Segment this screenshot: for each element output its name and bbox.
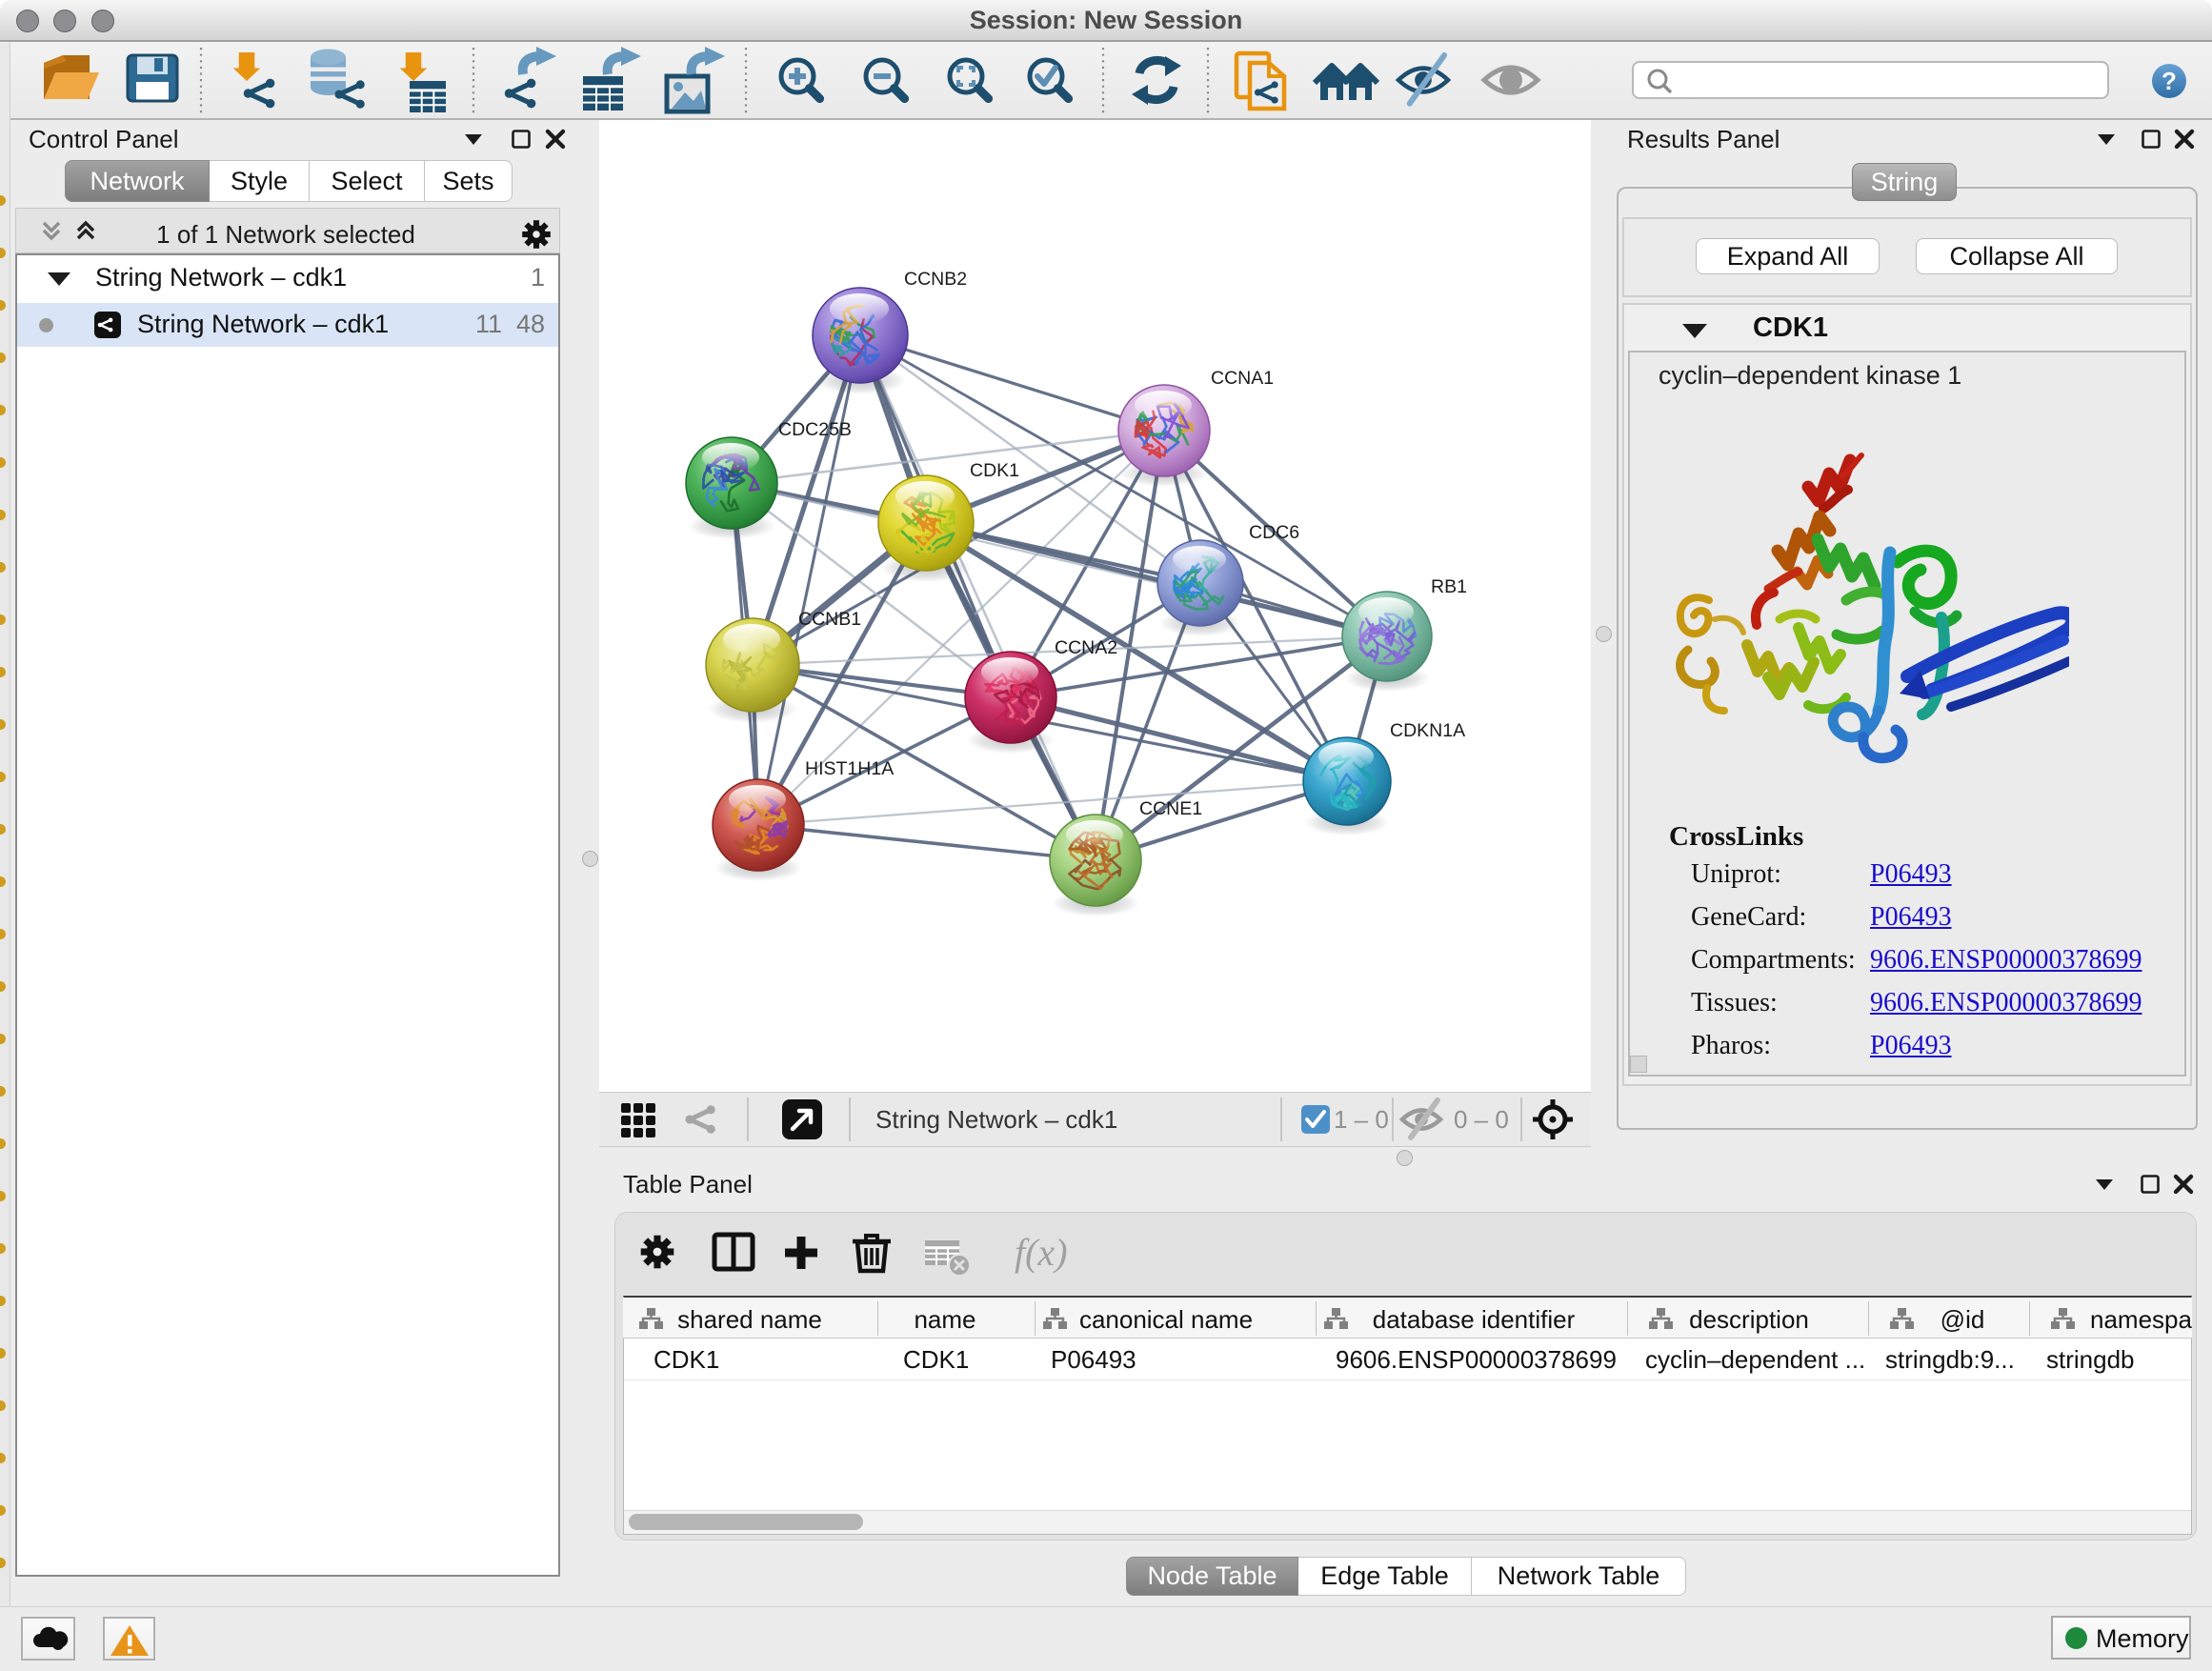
svg-text:CDC6: CDC6 bbox=[1249, 522, 1299, 543]
svg-text:CDKN1A: CDKN1A bbox=[1390, 720, 1465, 741]
svg-text:CCNB2: CCNB2 bbox=[904, 269, 967, 290]
svg-text:name: name bbox=[914, 1305, 975, 1334]
svg-text:canonical name: canonical name bbox=[1079, 1305, 1253, 1334]
svg-text:namespac: namespac bbox=[2090, 1305, 2192, 1334]
svg-text:CCNB1: CCNB1 bbox=[798, 609, 861, 630]
svg-text:shared name: shared name bbox=[677, 1305, 822, 1334]
svg-text:CCNE1: CCNE1 bbox=[1139, 798, 1202, 819]
svg-text:CDK1: CDK1 bbox=[970, 460, 1019, 481]
svg-text:description: description bbox=[1689, 1305, 1809, 1334]
svg-text:@id: @id bbox=[1941, 1305, 1985, 1334]
svg-text:String Network – cdk1: String Network – cdk1 bbox=[875, 1105, 1117, 1134]
svg-text:RB1: RB1 bbox=[1431, 576, 1467, 597]
svg-text:0 – 0: 0 – 0 bbox=[1454, 1105, 1509, 1134]
svg-text:1 – 0: 1 – 0 bbox=[1334, 1105, 1389, 1134]
svg-text:CCNA2: CCNA2 bbox=[1055, 637, 1117, 658]
svg-text:CCNA1: CCNA1 bbox=[1211, 368, 1274, 389]
svg-text:CDC25B: CDC25B bbox=[778, 419, 852, 440]
svg-text:f(x): f(x) bbox=[1015, 1231, 1068, 1274]
svg-text:HIST1H1A: HIST1H1A bbox=[805, 758, 894, 779]
svg-text:database identifier: database identifier bbox=[1373, 1305, 1576, 1334]
